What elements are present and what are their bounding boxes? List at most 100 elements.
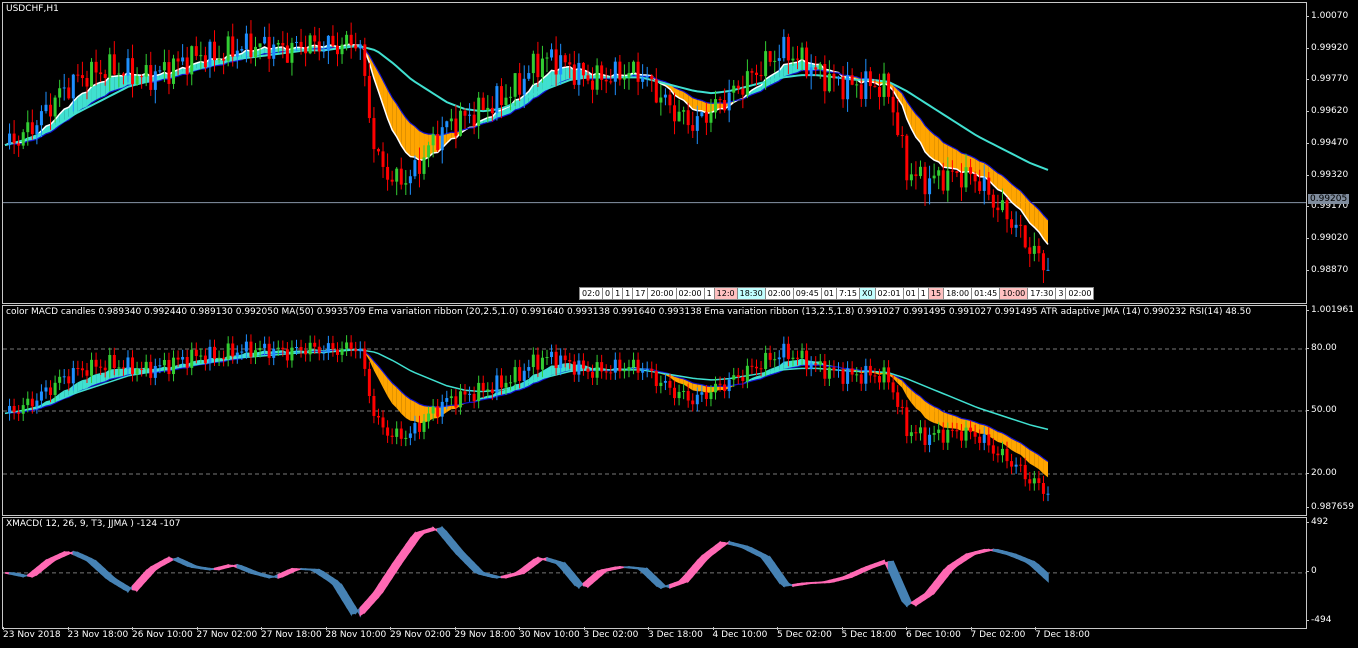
time-axis[interactable]: 23 Nov 2018 23 Nov 18:00 26 Nov 10:00 27 No… [2, 627, 1307, 648]
macd-candle-body [58, 376, 62, 383]
macd-candle-body [782, 343, 786, 358]
candle-body [281, 43, 285, 46]
time-label: 7 Dec 02:00 [970, 627, 1026, 640]
indicator-axis[interactable]: 1.001961 80.00 50.00 20.00 0.987659 [1306, 305, 1358, 516]
macd-candle-body [386, 427, 390, 436]
candle-body [390, 179, 394, 182]
candle-body [58, 88, 62, 98]
macd-candle-body [864, 365, 868, 384]
macd-candle-body [709, 392, 713, 400]
candle-body [600, 65, 604, 80]
ribbon-up-segment [565, 66, 570, 81]
macd-candle-body [859, 374, 863, 384]
candle-body [818, 63, 822, 70]
macd-candle-body [668, 380, 672, 388]
macd-candle-body [244, 341, 248, 352]
candle-body [267, 36, 271, 59]
macd-candle-body [932, 433, 936, 435]
macd-candle-body [490, 389, 494, 393]
candle-body [404, 183, 408, 185]
macd-candle-body [103, 367, 107, 371]
candle-body [26, 122, 30, 133]
ribbon-down-segment [410, 399, 415, 422]
candle-body [859, 84, 863, 99]
candle-body [755, 72, 759, 75]
session-box: 09:45 [792, 287, 822, 300]
indicator-canvas[interactable] [3, 306, 1306, 515]
indicator-pane[interactable]: color MACD candles 0.989340 0.992440 0.9… [2, 305, 1307, 516]
macd-candle-body [176, 357, 180, 360]
xmacd-pane[interactable]: XMACD( 12, 26, 9, T3, JJMA ) -124 -107 [2, 517, 1307, 629]
candle-body [176, 58, 180, 62]
macd-candle-body [181, 357, 185, 360]
candle-body [167, 62, 171, 84]
candle-body [386, 166, 390, 180]
candle-body [140, 76, 144, 78]
candle-body [736, 85, 740, 89]
macd-candle-body [345, 342, 349, 349]
macd-candle-body [376, 415, 380, 418]
macd-candle-body [618, 359, 622, 372]
macd-candle-body [185, 357, 189, 368]
price-chart-pane[interactable]: USDCHF,H1 02:0 0 1 1 17 20:00 02:00 1 12:0 18:30 0… [2, 2, 1307, 304]
macd-candle-body [928, 434, 932, 445]
time-label: 30 Nov 10:00 [519, 627, 580, 640]
macd-candle-body [354, 349, 358, 352]
candle-body [208, 41, 212, 68]
candle-body [135, 76, 139, 85]
ribbon-down-segment [947, 144, 953, 169]
macd-candle-body [632, 359, 636, 367]
ribbon-down-segment [947, 413, 953, 429]
price-tick-label: 0.99320 [1305, 169, 1349, 180]
candle-body [76, 74, 80, 76]
price-axis[interactable]: 1.00070 0.99920 0.99770 0.99620 0.99470 0.993… [1305, 2, 1358, 304]
ribbon-down-segment [410, 122, 415, 158]
session-box: 02:0 [579, 287, 603, 300]
macd-candle-body [513, 367, 517, 383]
macd-candle-body [285, 349, 289, 361]
candle-body [887, 73, 891, 97]
candle-body [1019, 224, 1023, 226]
macd-candle-body [458, 391, 462, 408]
ribbon-down-segment [934, 406, 939, 425]
macd-candle-body [8, 405, 12, 414]
macd-candle-body [203, 355, 207, 364]
macd-candle-body [581, 360, 585, 369]
candle-body [35, 125, 39, 135]
ribbon-up-segment [109, 76, 115, 93]
price-tick-label: 0.99620 [1305, 106, 1349, 117]
macd-candle-body [914, 432, 918, 434]
session-box: 18:30 [736, 287, 766, 300]
candle-body [932, 175, 936, 179]
macd-candle-body [814, 363, 818, 365]
ribbon-down-segment [997, 173, 1003, 192]
candle-body [786, 36, 790, 61]
candle-body [240, 49, 244, 51]
candle-body [577, 62, 581, 85]
xmacd-canvas[interactable] [3, 518, 1306, 628]
macd-candle-body [996, 453, 1000, 456]
candle-body [112, 54, 116, 75]
candle-body [1023, 225, 1027, 248]
macd-candle-body [399, 428, 403, 439]
candle-body [349, 34, 353, 46]
macd-candle-body [149, 361, 153, 378]
candle-body [928, 178, 932, 195]
candle-body [723, 100, 727, 111]
ribbon-down-segment [405, 395, 411, 421]
price-chart-canvas[interactable] [3, 3, 1306, 303]
candle-body [682, 110, 686, 112]
candle-body [636, 61, 640, 82]
macd-candle-body [741, 377, 745, 381]
macd-candle-body [850, 368, 854, 375]
session-box: 17:30 [1027, 287, 1057, 300]
macd-candle-body [326, 343, 330, 353]
macd-candle-body [522, 370, 526, 381]
candle-body [964, 167, 968, 188]
candle-body [463, 110, 467, 116]
candle-body [363, 44, 367, 76]
macd-candle-body [978, 436, 982, 443]
xmacd-axis[interactable]: 492 0 -494 [1305, 517, 1358, 629]
ribbon-up-segment [100, 81, 106, 98]
candle-body [978, 181, 982, 191]
